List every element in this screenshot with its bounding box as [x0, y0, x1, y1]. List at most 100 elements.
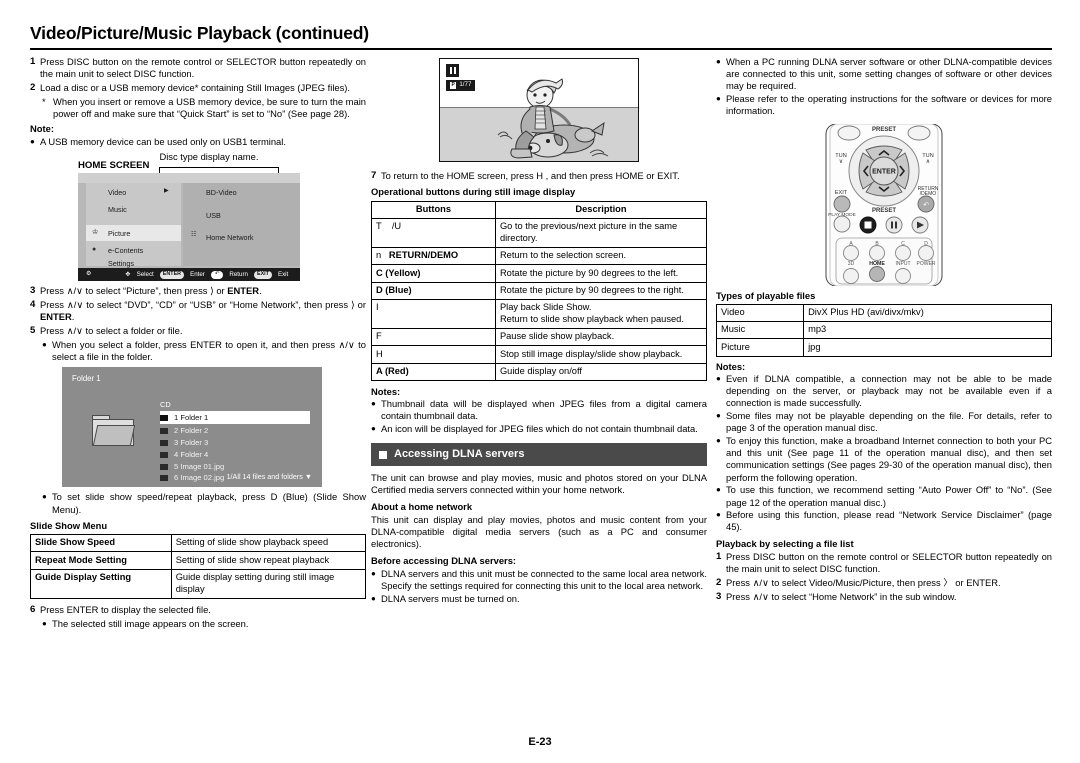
list-item[interactable]: 1 Folder 1	[160, 411, 310, 424]
step-number: 7	[371, 170, 377, 181]
row-value: DivX Plus HD (avi/divx/mkv)	[803, 303, 1052, 323]
picture-badge: P	[450, 82, 457, 89]
row-value: Setting of slide show repeat playback	[170, 551, 367, 570]
before-bullet: ● DLNA servers and this unit must be con…	[371, 568, 707, 592]
bullet-icon: ●	[716, 510, 721, 520]
note-text: Thumbnail data will be displayed when JP…	[381, 398, 707, 422]
table-row: T /U Go to the previous/next picture in …	[371, 217, 708, 249]
submenu-item-bdvideo[interactable]: BD-Video	[206, 188, 237, 197]
list-item[interactable]: 3 Folder 3	[160, 436, 310, 449]
square-bullet-icon	[379, 450, 387, 459]
slideshow-bullet-text: To set slide show speed/repeat playback,…	[52, 491, 366, 515]
network-icon: ☷	[191, 232, 197, 239]
disc-icon: ⚙	[86, 270, 92, 277]
step-text: Press ∧/∨ to select “Picture”, then pres…	[40, 285, 262, 297]
bullet-icon: ●	[716, 373, 721, 383]
operational-buttons-title: Operational buttons during still image d…	[371, 186, 576, 198]
step-number: 3	[716, 590, 722, 602]
step-item: 1 Press DISC button on the remote contro…	[716, 551, 1052, 575]
row-key: Repeat Mode Setting	[30, 551, 172, 570]
column-right: ● When a PC running DLNA server software…	[715, 56, 1052, 605]
notes-label: Notes:	[716, 360, 746, 372]
svg-text:POWER: POWER	[917, 261, 936, 267]
bullet-icon: ●	[716, 435, 721, 445]
list-item[interactable]: 2 Folder 2	[160, 424, 310, 437]
step6-bullet-text: The selected still image appears on the …	[52, 617, 249, 629]
dlna-intro-text: The unit can browse and play movies, mus…	[371, 472, 707, 496]
step-number: 1	[30, 56, 36, 67]
before-accessing-title: Before accessing DLNA servers:	[371, 554, 517, 566]
globe-icon: ●	[92, 246, 97, 254]
svg-text:∧: ∧	[926, 159, 930, 165]
table-row: F Pause slide show playback.	[371, 328, 708, 347]
step6-bullet: ● The selected still image appears on th…	[42, 618, 366, 630]
step-text: To return to the HOME screen, press H , …	[381, 170, 680, 181]
disc-type-caption: Disc type display name.	[159, 150, 259, 162]
guide-return-label: Return	[229, 270, 248, 278]
home-screen-mock: Video ▶ Music ♔ Picture ● e-Contents Set…	[78, 173, 300, 282]
guide-select-label: Select	[136, 270, 154, 278]
remote-control-illustration: ENTER PRESET PRESET TUN ∨ TUN ∧ EXIT RET…	[825, 123, 943, 287]
button-key: T /U	[371, 217, 496, 249]
dpad-icon: ✥	[125, 270, 131, 278]
image-file-icon	[160, 463, 168, 470]
bullet-icon: ●	[371, 593, 376, 603]
button-key: D (Blue)	[371, 281, 496, 300]
list-item[interactable]: 4 Folder 4	[160, 448, 310, 461]
dlna-bullet-text: Please refer to the operating instructio…	[726, 93, 1052, 117]
bullet-icon: ●	[371, 399, 376, 409]
step-item: 3 Press ∧/∨ to select “Home Network” in …	[716, 591, 1052, 603]
row-key: Picture	[715, 338, 805, 357]
button-desc: Guide display on/off	[494, 362, 708, 381]
file-name: 2 Folder 2	[174, 425, 209, 435]
button-key: I	[371, 298, 496, 330]
home-screen-label: HOME SCREEN	[78, 159, 150, 171]
guide-enter-key: ENTER	[159, 270, 185, 279]
guide-exit-label: Exit	[277, 270, 289, 278]
slide-show-menu-table: Slide Show Speed Setting of slide show p…	[30, 534, 367, 599]
home-network-title: About a home network	[371, 500, 473, 512]
folder-pager: 1/All 14 files and folders ▼	[226, 472, 312, 482]
folder-title: Folder 1	[72, 374, 101, 384]
menu-item-settings[interactable]: Settings	[108, 259, 134, 268]
svg-text:ENTER: ENTER	[872, 168, 896, 175]
folder-icon	[160, 427, 168, 434]
brace-marker	[159, 163, 280, 174]
step-item: 6 Press ENTER to display the selected fi…	[30, 604, 366, 616]
note-text: Even if DLNA compatible, a connection ma…	[726, 372, 1052, 409]
guide-enter-label: Enter	[190, 270, 205, 278]
chevron-right-icon: ▶	[164, 188, 169, 195]
row-key: Slide Show Speed	[30, 534, 172, 553]
note-bullet: ● Some files may not be playable dependi…	[716, 410, 1052, 434]
menu-item-music[interactable]: Music	[108, 205, 127, 214]
before-bullet-text: DLNA servers and this unit must be conne…	[381, 567, 707, 591]
home-screen-figure: HOME SCREEN Disc type display name. Vide…	[30, 150, 366, 282]
menu-item-video[interactable]: Video	[108, 188, 126, 197]
step-number: 2	[716, 576, 722, 588]
row-key: Guide Display Setting	[30, 568, 172, 599]
button-key: H	[371, 345, 496, 364]
button-desc: Pause slide show playback.	[494, 328, 708, 347]
operational-buttons-table: Buttons Description T /U Go to the previ…	[371, 200, 708, 381]
row-value: mp3	[803, 321, 1052, 340]
submenu-item-usb[interactable]: USB	[206, 211, 221, 220]
step-item: 3 Press ∧/∨ to select “Picture”, then pr…	[30, 285, 366, 297]
bullet-icon: ●	[716, 410, 721, 420]
menu-item-picture[interactable]: Picture	[108, 229, 130, 238]
file-name: 1 Folder 1	[174, 412, 209, 422]
menu-item-econtents[interactable]: e-Contents	[108, 246, 143, 255]
row-value: Guide display setting during still image…	[170, 568, 367, 599]
svg-text:PRESET: PRESET	[872, 127, 896, 133]
section-title: Accessing DLNA servers	[394, 448, 525, 461]
step-text: Press ENTER to display the selected file…	[40, 603, 211, 615]
note-bullet: ● An icon will be displayed for JPEG fil…	[371, 423, 707, 435]
row-value: Setting of slide show playback speed	[170, 534, 367, 553]
button-key: F	[371, 328, 496, 347]
step-number: 3	[30, 285, 36, 297]
note-bullet: ● Before using this function, please rea…	[716, 509, 1052, 533]
file-name: 6 Image 02.jpg	[174, 472, 225, 482]
step-item: 1 Press DISC button on the remote contro…	[30, 56, 366, 80]
svg-text:∨: ∨	[839, 159, 843, 165]
submenu-item-homenetwork[interactable]: Home Network	[206, 233, 254, 242]
button-key: C (Yellow)	[371, 264, 496, 283]
